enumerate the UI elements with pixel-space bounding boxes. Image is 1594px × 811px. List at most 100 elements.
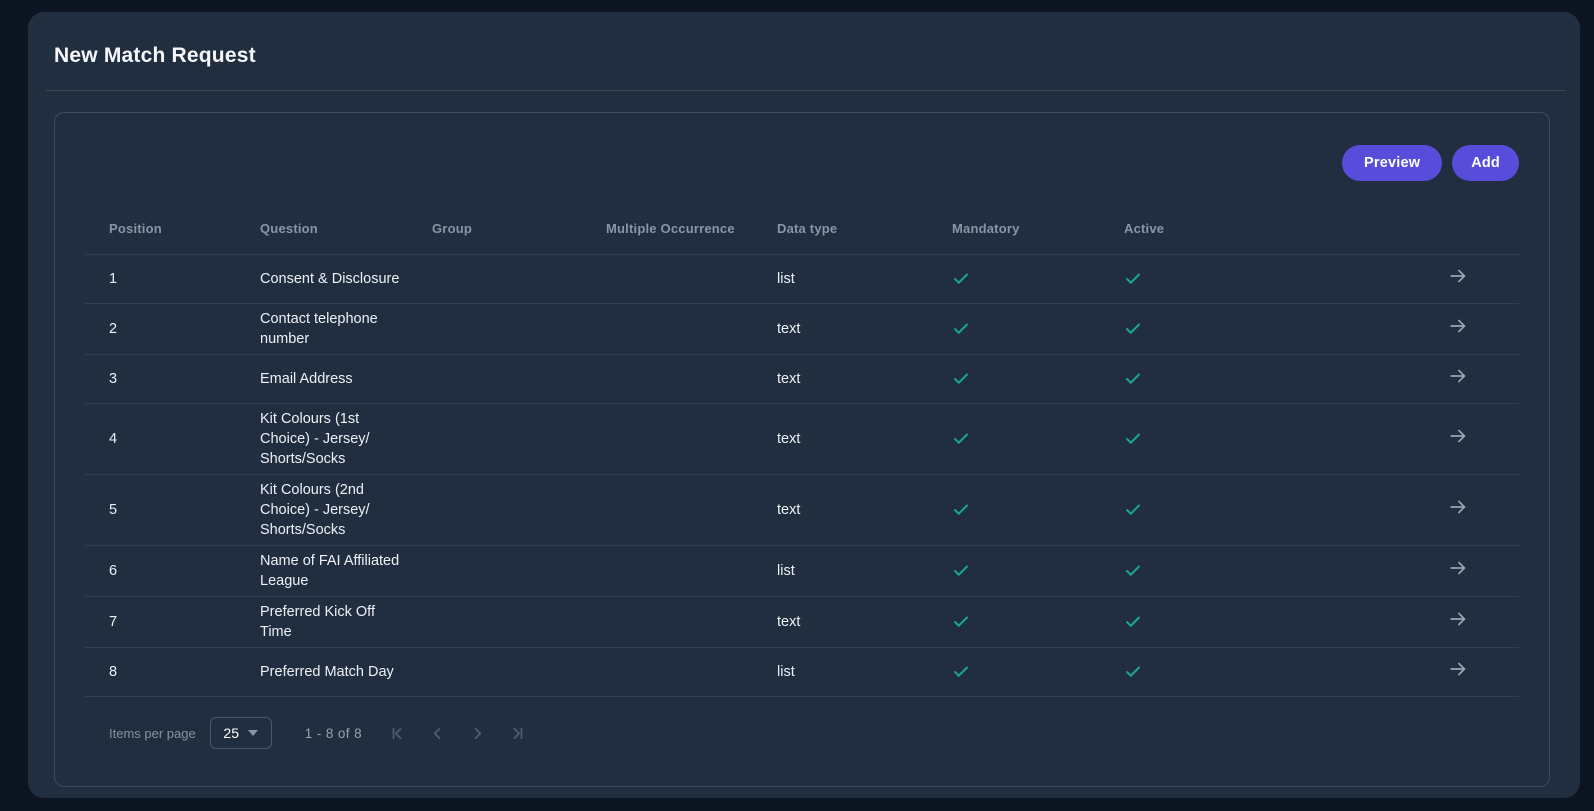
position-cell: 5: [85, 475, 260, 546]
row-open-button[interactable]: [1447, 425, 1469, 447]
data-type-cell: text: [777, 475, 952, 546]
column-header-mandatory: Mandatory: [952, 195, 1124, 255]
page-range-label: 1 - 8 of 8: [305, 726, 362, 741]
multiple-occurrence-cell: [606, 404, 777, 475]
question-cell: Kit Colours (1st Choice) - Jersey/ Short…: [260, 404, 432, 475]
column-header-actions: [1299, 195, 1519, 255]
questions-card: Preview Add Position Question Group Mult…: [54, 112, 1550, 787]
check-icon: [1124, 613, 1142, 631]
last-page-button[interactable]: [497, 713, 537, 753]
multiple-occurrence-cell: [606, 355, 777, 404]
row-open-button[interactable]: [1447, 557, 1469, 579]
data-type-cell: text: [777, 304, 952, 355]
check-icon: [1124, 663, 1142, 681]
column-header-data-type: Data type: [777, 195, 952, 255]
mandatory-cell: [952, 648, 1124, 697]
check-icon: [1124, 562, 1142, 580]
mandatory-cell: [952, 597, 1124, 648]
row-open-button[interactable]: [1447, 265, 1469, 287]
question-cell: Name of FAI Affiliated League: [260, 546, 432, 597]
active-cell: [1124, 475, 1299, 546]
multiple-occurrence-cell: [606, 597, 777, 648]
page-size-value: 25: [223, 725, 239, 741]
question-cell: Preferred Kick Off Time: [260, 597, 432, 648]
column-header-active: Active: [1124, 195, 1299, 255]
mandatory-cell: [952, 255, 1124, 304]
row-open-button[interactable]: [1447, 608, 1469, 630]
column-header-group: Group: [432, 195, 606, 255]
check-icon: [952, 370, 970, 388]
question-cell: Kit Colours (2nd Choice) - Jersey/ Short…: [260, 475, 432, 546]
question-cell: Email Address: [260, 355, 432, 404]
card-actions: Preview Add: [85, 145, 1519, 181]
check-icon: [952, 501, 970, 519]
row-action-cell: [1299, 546, 1519, 597]
multiple-occurrence-cell: [606, 255, 777, 304]
check-icon: [952, 663, 970, 681]
arrow-right-icon: [1447, 608, 1469, 630]
arrow-right-icon: [1447, 496, 1469, 518]
group-cell: [432, 475, 606, 546]
row-open-button[interactable]: [1447, 365, 1469, 387]
add-button[interactable]: Add: [1452, 145, 1519, 181]
group-cell: [432, 648, 606, 697]
multiple-occurrence-cell: [606, 304, 777, 355]
table-row: 3 Email Address text: [85, 355, 1519, 404]
active-cell: [1124, 597, 1299, 648]
last-page-icon: [508, 724, 527, 743]
position-cell: 6: [85, 546, 260, 597]
data-type-cell: text: [777, 404, 952, 475]
row-open-button[interactable]: [1447, 496, 1469, 518]
question-cell: Preferred Match Day: [260, 648, 432, 697]
group-cell: [432, 304, 606, 355]
group-cell: [432, 546, 606, 597]
table-body: 1 Consent & Disclosure list 2 Contact te…: [85, 255, 1519, 697]
column-header-question: Question: [260, 195, 432, 255]
question-cell: Contact telephone number: [260, 304, 432, 355]
mandatory-cell: [952, 304, 1124, 355]
group-cell: [432, 255, 606, 304]
pager-controls: [377, 713, 537, 753]
position-cell: 7: [85, 597, 260, 648]
table-row: 8 Preferred Match Day list: [85, 648, 1519, 697]
arrow-right-icon: [1447, 365, 1469, 387]
multiple-occurrence-cell: [606, 648, 777, 697]
check-icon: [1124, 430, 1142, 448]
group-cell: [432, 597, 606, 648]
position-cell: 4: [85, 404, 260, 475]
row-action-cell: [1299, 648, 1519, 697]
row-action-cell: [1299, 355, 1519, 404]
check-icon: [952, 320, 970, 338]
table-row: 5 Kit Colours (2nd Choice) - Jersey/ Sho…: [85, 475, 1519, 546]
first-page-icon: [388, 724, 407, 743]
arrow-right-icon: [1447, 425, 1469, 447]
table-row: 7 Preferred Kick Off Time text: [85, 597, 1519, 648]
check-icon: [1124, 501, 1142, 519]
position-cell: 2: [85, 304, 260, 355]
arrow-right-icon: [1447, 265, 1469, 287]
data-type-cell: text: [777, 597, 952, 648]
table-row: 2 Contact telephone number text: [85, 304, 1519, 355]
data-type-cell: list: [777, 648, 952, 697]
previous-page-button[interactable]: [417, 713, 457, 753]
chevron-left-icon: [428, 724, 447, 743]
active-cell: [1124, 546, 1299, 597]
active-cell: [1124, 255, 1299, 304]
table-row: 1 Consent & Disclosure list: [85, 255, 1519, 304]
check-icon: [952, 270, 970, 288]
chevron-right-icon: [468, 724, 487, 743]
page-size-select[interactable]: 25: [210, 717, 272, 749]
next-page-button[interactable]: [457, 713, 497, 753]
column-header-position: Position: [85, 195, 260, 255]
question-cell: Consent & Disclosure: [260, 255, 432, 304]
multiple-occurrence-cell: [606, 546, 777, 597]
column-header-multiple-occurrence: Multiple Occurrence: [606, 195, 777, 255]
row-action-cell: [1299, 255, 1519, 304]
row-open-button[interactable]: [1447, 315, 1469, 337]
check-icon: [952, 613, 970, 631]
preview-button[interactable]: Preview: [1342, 145, 1442, 181]
first-page-button[interactable]: [377, 713, 417, 753]
row-open-button[interactable]: [1447, 658, 1469, 680]
main-panel: New Match Request Preview Add Position Q…: [28, 12, 1580, 798]
group-cell: [432, 404, 606, 475]
